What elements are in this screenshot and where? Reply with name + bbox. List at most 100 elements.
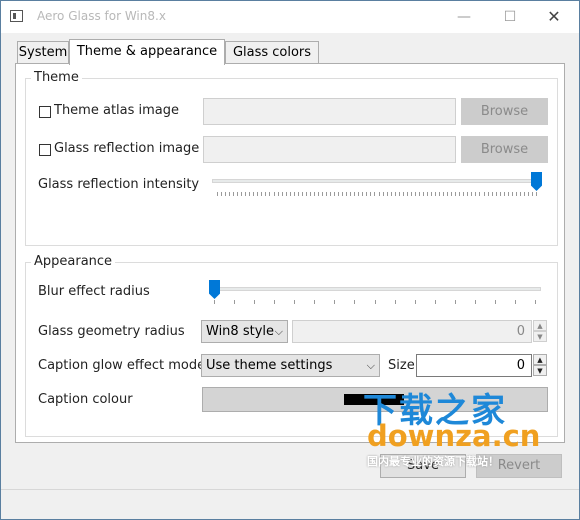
glass-reflection-path-field[interactable]: [203, 136, 456, 163]
slider-tick: [261, 192, 262, 196]
slider-thumb[interactable]: [209, 280, 220, 299]
slider-tick: [366, 192, 367, 196]
slider-tick: [475, 192, 476, 196]
glass-reflection-label: Glass reflection image: [54, 141, 200, 156]
slider-tick: [455, 300, 456, 304]
spin-up-icon[interactable]: ▲: [533, 354, 547, 365]
glass-reflection-browse-button[interactable]: Browse: [461, 136, 548, 163]
theme-atlas-checkbox[interactable]: [39, 106, 51, 118]
slider-tick: [354, 192, 355, 196]
slider-tick: [302, 192, 303, 196]
slider-tick: [439, 192, 440, 196]
glow-size-field[interactable]: 0: [416, 354, 532, 377]
slider-tick: [318, 192, 319, 196]
tab-theme-appearance[interactable]: Theme & appearance: [69, 39, 225, 65]
slider-tick: [459, 192, 460, 196]
settings-window: Aero Glass for Win8.x — ☐ ✕ System Theme…: [0, 0, 580, 520]
dropdown-value: Use theme settings: [206, 358, 333, 373]
blur-radius-slider[interactable]: [209, 280, 541, 306]
slider-tick: [492, 192, 493, 196]
slider-tick: [524, 192, 525, 196]
slider-tick: [495, 300, 496, 304]
slider-tick: [346, 192, 347, 196]
spin-up-icon[interactable]: ▲: [533, 320, 547, 331]
slider-thumb[interactable]: [531, 172, 542, 191]
app-icon: [10, 10, 23, 22]
slider-tick: [435, 192, 436, 196]
slider-tick: [447, 192, 448, 196]
glass-reflection-checkbox[interactable]: [39, 144, 51, 156]
slider-tick: [221, 192, 222, 196]
slider-tick: [354, 300, 355, 304]
slider-track: [209, 287, 541, 291]
glow-size-spinner[interactable]: ▲ ▼: [533, 354, 547, 377]
caption-glow-mode-dropdown[interactable]: Use theme settings ⌵: [201, 354, 380, 377]
slider-tick: [516, 192, 517, 196]
dropdown-value: Win8 style: [206, 324, 274, 339]
slider-tick: [395, 300, 396, 304]
slider-tick: [225, 192, 226, 196]
slider-tick: [278, 192, 279, 196]
slider-tick: [294, 192, 295, 196]
slider-tick: [249, 192, 250, 196]
slider-tick: [383, 192, 384, 196]
slider-tick: [484, 192, 485, 196]
slider-tick: [415, 300, 416, 304]
tab-glass-colors[interactable]: Glass colors: [225, 41, 319, 63]
slider-tick: [467, 192, 468, 196]
minimize-button[interactable]: —: [441, 1, 487, 33]
slider-tick: [314, 300, 315, 304]
slider-tick: [512, 192, 513, 196]
slider-tick: [338, 192, 339, 196]
close-button[interactable]: ✕: [531, 1, 577, 33]
slider-tick: [419, 192, 420, 196]
glass-reflection-intensity-slider[interactable]: [212, 172, 542, 198]
slider-tick: [314, 192, 315, 196]
slider-tick: [362, 192, 363, 196]
slider-tick: [334, 192, 335, 196]
slider-tick: [423, 192, 424, 196]
slider-tick: [286, 192, 287, 196]
slider-tick: [411, 192, 412, 196]
slider-tick: [269, 192, 270, 196]
glass-geometry-label: Glass geometry radius: [38, 324, 185, 339]
slider-tick: [379, 192, 380, 196]
slider-tick: [508, 192, 509, 196]
slider-tick: [488, 192, 489, 196]
maximize-button[interactable]: ☐: [487, 1, 533, 33]
slider-tick: [358, 192, 359, 196]
glass-geometry-value-field[interactable]: 0: [292, 320, 532, 343]
caption-glow-label: Caption glow effect mode: [38, 358, 206, 373]
slider-tick: [391, 192, 392, 196]
spin-down-icon[interactable]: ▼: [533, 365, 547, 376]
spin-down-icon[interactable]: ▼: [533, 331, 547, 342]
theme-atlas-path-field[interactable]: [203, 98, 456, 125]
slider-tick: [455, 192, 456, 196]
slider-tick: [504, 192, 505, 196]
slider-tick: [334, 300, 335, 304]
slider-tick: [274, 192, 275, 196]
slider-tick: [306, 192, 307, 196]
slider-tick: [370, 192, 371, 196]
slider-tick: [237, 192, 238, 196]
slider-tick: [326, 192, 327, 196]
glass-geometry-spinner[interactable]: ▲ ▼: [533, 320, 547, 343]
title-bar[interactable]: Aero Glass for Win8.x — ☐ ✕: [1, 1, 579, 33]
slider-tick: [535, 300, 536, 304]
watermark-url: downza.cn: [367, 419, 541, 453]
slider-tick: [431, 192, 432, 196]
slider-tick: [520, 192, 521, 196]
watermark-tagline: 国内最专业的资源下载站！: [367, 455, 499, 468]
tab-system[interactable]: System: [17, 41, 69, 63]
slider-tick: [265, 192, 266, 196]
window-title: Aero Glass for Win8.x: [37, 9, 166, 23]
chevron-down-icon: ⌵: [274, 325, 283, 338]
glass-geometry-style-dropdown[interactable]: Win8 style ⌵: [201, 320, 288, 343]
theme-atlas-browse-button[interactable]: Browse: [461, 98, 548, 125]
slider-tick: [290, 192, 291, 196]
slider-tick: [214, 300, 215, 304]
slider-tick: [515, 300, 516, 304]
slider-tick: [350, 192, 351, 196]
slider-tick: [234, 300, 235, 304]
slider-tick: [257, 192, 258, 196]
